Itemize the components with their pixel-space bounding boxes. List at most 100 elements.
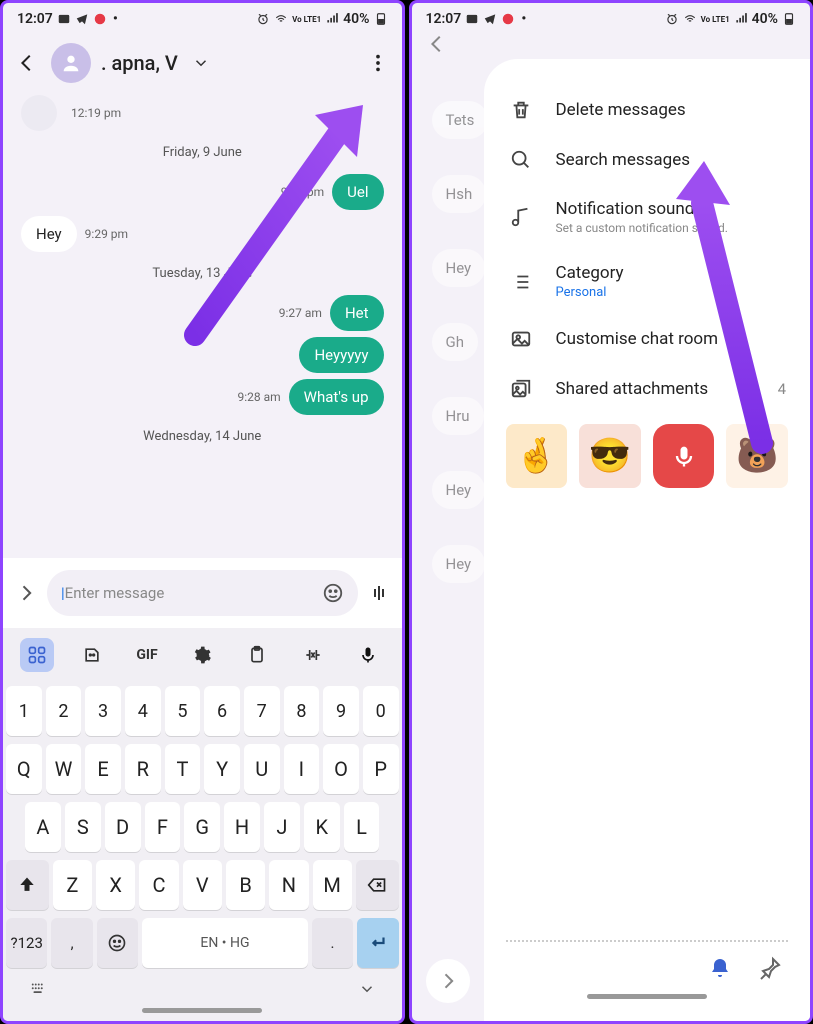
menu-delete[interactable]: Delete messages (506, 85, 789, 135)
bg-message: Hru (432, 397, 484, 435)
key-g[interactable]: G (184, 802, 220, 852)
comma-key[interactable]: , (51, 918, 92, 968)
bg-message: Tets (432, 101, 489, 139)
key-6[interactable]: 6 (204, 686, 240, 736)
attachment-thumb[interactable]: 🤞 (506, 424, 568, 488)
key-q[interactable]: Q (6, 744, 42, 794)
status-bar: 12:07 • Vo LTE1 40% (3, 3, 402, 31)
enter-key[interactable] (357, 918, 398, 968)
key-7[interactable]: 7 (244, 686, 280, 736)
key-9[interactable]: 9 (323, 686, 359, 736)
key-v[interactable]: V (183, 860, 222, 910)
key-o[interactable]: O (323, 744, 359, 794)
key-k[interactable]: K (304, 802, 340, 852)
backspace-key[interactable] (356, 860, 399, 910)
key-1[interactable]: 1 (6, 686, 42, 736)
key-l[interactable]: L (344, 802, 380, 852)
voice-wave-icon[interactable] (366, 581, 392, 605)
expand-button[interactable] (13, 583, 39, 603)
menu-category[interactable]: CategoryPersonal (506, 249, 789, 314)
attachment-thumb[interactable] (653, 424, 715, 488)
space-key[interactable]: EN • HG (142, 918, 308, 968)
gallery-icon (510, 378, 532, 400)
message-out[interactable]: 9:19 pmUel (21, 174, 384, 210)
key-2[interactable]: 2 (46, 686, 82, 736)
message-out[interactable]: Heyyyyy (21, 337, 384, 373)
key-c[interactable]: C (139, 860, 178, 910)
menu-attachments[interactable]: Shared attachments 4 (506, 364, 789, 414)
kbd-translate-icon[interactable] (296, 638, 330, 672)
key-p[interactable]: P (363, 744, 399, 794)
symbols-key[interactable]: ?123 (6, 918, 47, 968)
key-e[interactable]: E (85, 744, 121, 794)
bg-message: Hsh (432, 175, 487, 213)
chat-title[interactable]: . apna, V (101, 51, 178, 75)
key-b[interactable]: B (226, 860, 265, 910)
menu-notification[interactable]: Notification soundSet a custom notificat… (506, 185, 789, 249)
back-button[interactable] (13, 49, 41, 77)
date-separator: Friday, 9 June (21, 145, 384, 160)
more-button[interactable] (364, 49, 392, 77)
key-w[interactable]: W (46, 744, 82, 794)
chevron-down-icon[interactable] (192, 54, 210, 72)
key-n[interactable]: N (269, 860, 308, 910)
attachment-thumb[interactable]: 🐻 (726, 424, 788, 488)
message-out[interactable]: 9:27 amHet (21, 295, 384, 331)
key-t[interactable]: T (165, 744, 201, 794)
chat-header: . apna, V (3, 31, 402, 95)
kbd-collapse-icon[interactable] (356, 980, 378, 998)
kbd-grid-icon[interactable] (27, 980, 49, 998)
key-5[interactable]: 5 (165, 686, 201, 736)
key-j[interactable]: J (264, 802, 300, 852)
bg-message: Hey (432, 471, 486, 509)
date-separator: Tuesday, 13 June (21, 266, 384, 281)
bg-message: Hey (432, 249, 486, 287)
key-u[interactable]: U (244, 744, 280, 794)
key-3[interactable]: 3 (85, 686, 121, 736)
key-8[interactable]: 8 (284, 686, 320, 736)
menu-customise[interactable]: Customise chat room (506, 314, 789, 364)
list-icon (510, 271, 532, 293)
kbd-sticker-icon[interactable] (75, 638, 109, 672)
wifi-icon (274, 12, 288, 26)
blocker-icon (93, 12, 107, 26)
search-icon (510, 149, 532, 171)
emoji-icon[interactable] (322, 582, 344, 604)
avatar[interactable] (51, 43, 91, 83)
nav-handle[interactable] (142, 1008, 262, 1013)
kbd-mic-icon[interactable] (351, 638, 385, 672)
kbd-gif-label[interactable]: GIF (130, 638, 164, 672)
messages-pane[interactable]: 12:19 pm Friday, 9 June 9:19 pmUel Hey9:… (3, 95, 402, 558)
period-key[interactable]: . (312, 918, 353, 968)
key-s[interactable]: S (65, 802, 101, 852)
message-input[interactable]: |Enter message (47, 570, 358, 616)
bell-icon[interactable] (708, 956, 732, 980)
message-in[interactable]: Hey9:29 pm (21, 216, 384, 252)
signal-icon (325, 12, 339, 26)
battery-pct: 40% (343, 11, 369, 27)
key-i[interactable]: I (284, 744, 320, 794)
menu-search[interactable]: Search messages (506, 135, 789, 185)
kbd-settings-icon[interactable] (185, 638, 219, 672)
attachment-thumb[interactable]: 😎 (579, 424, 641, 488)
key-d[interactable]: D (105, 802, 141, 852)
kbd-apps-icon[interactable] (20, 638, 54, 672)
message-out[interactable]: 9:28 amWhat's up (21, 379, 384, 415)
avatar-small (21, 95, 57, 131)
key-a[interactable]: A (25, 802, 61, 852)
key-x[interactable]: X (96, 860, 135, 910)
key-m[interactable]: M (313, 860, 352, 910)
nav-handle[interactable] (587, 994, 707, 999)
key-f[interactable]: F (145, 802, 181, 852)
key-0[interactable]: 0 (363, 686, 399, 736)
music-note-icon (510, 206, 532, 228)
kbd-clipboard-icon[interactable] (240, 638, 274, 672)
key-y[interactable]: Y (204, 744, 240, 794)
key-h[interactable]: H (224, 802, 260, 852)
key-4[interactable]: 4 (125, 686, 161, 736)
pin-icon[interactable] (758, 956, 782, 980)
shift-key[interactable] (6, 860, 49, 910)
key-r[interactable]: R (125, 744, 161, 794)
key-z[interactable]: Z (53, 860, 92, 910)
emoji-key[interactable] (97, 918, 138, 968)
